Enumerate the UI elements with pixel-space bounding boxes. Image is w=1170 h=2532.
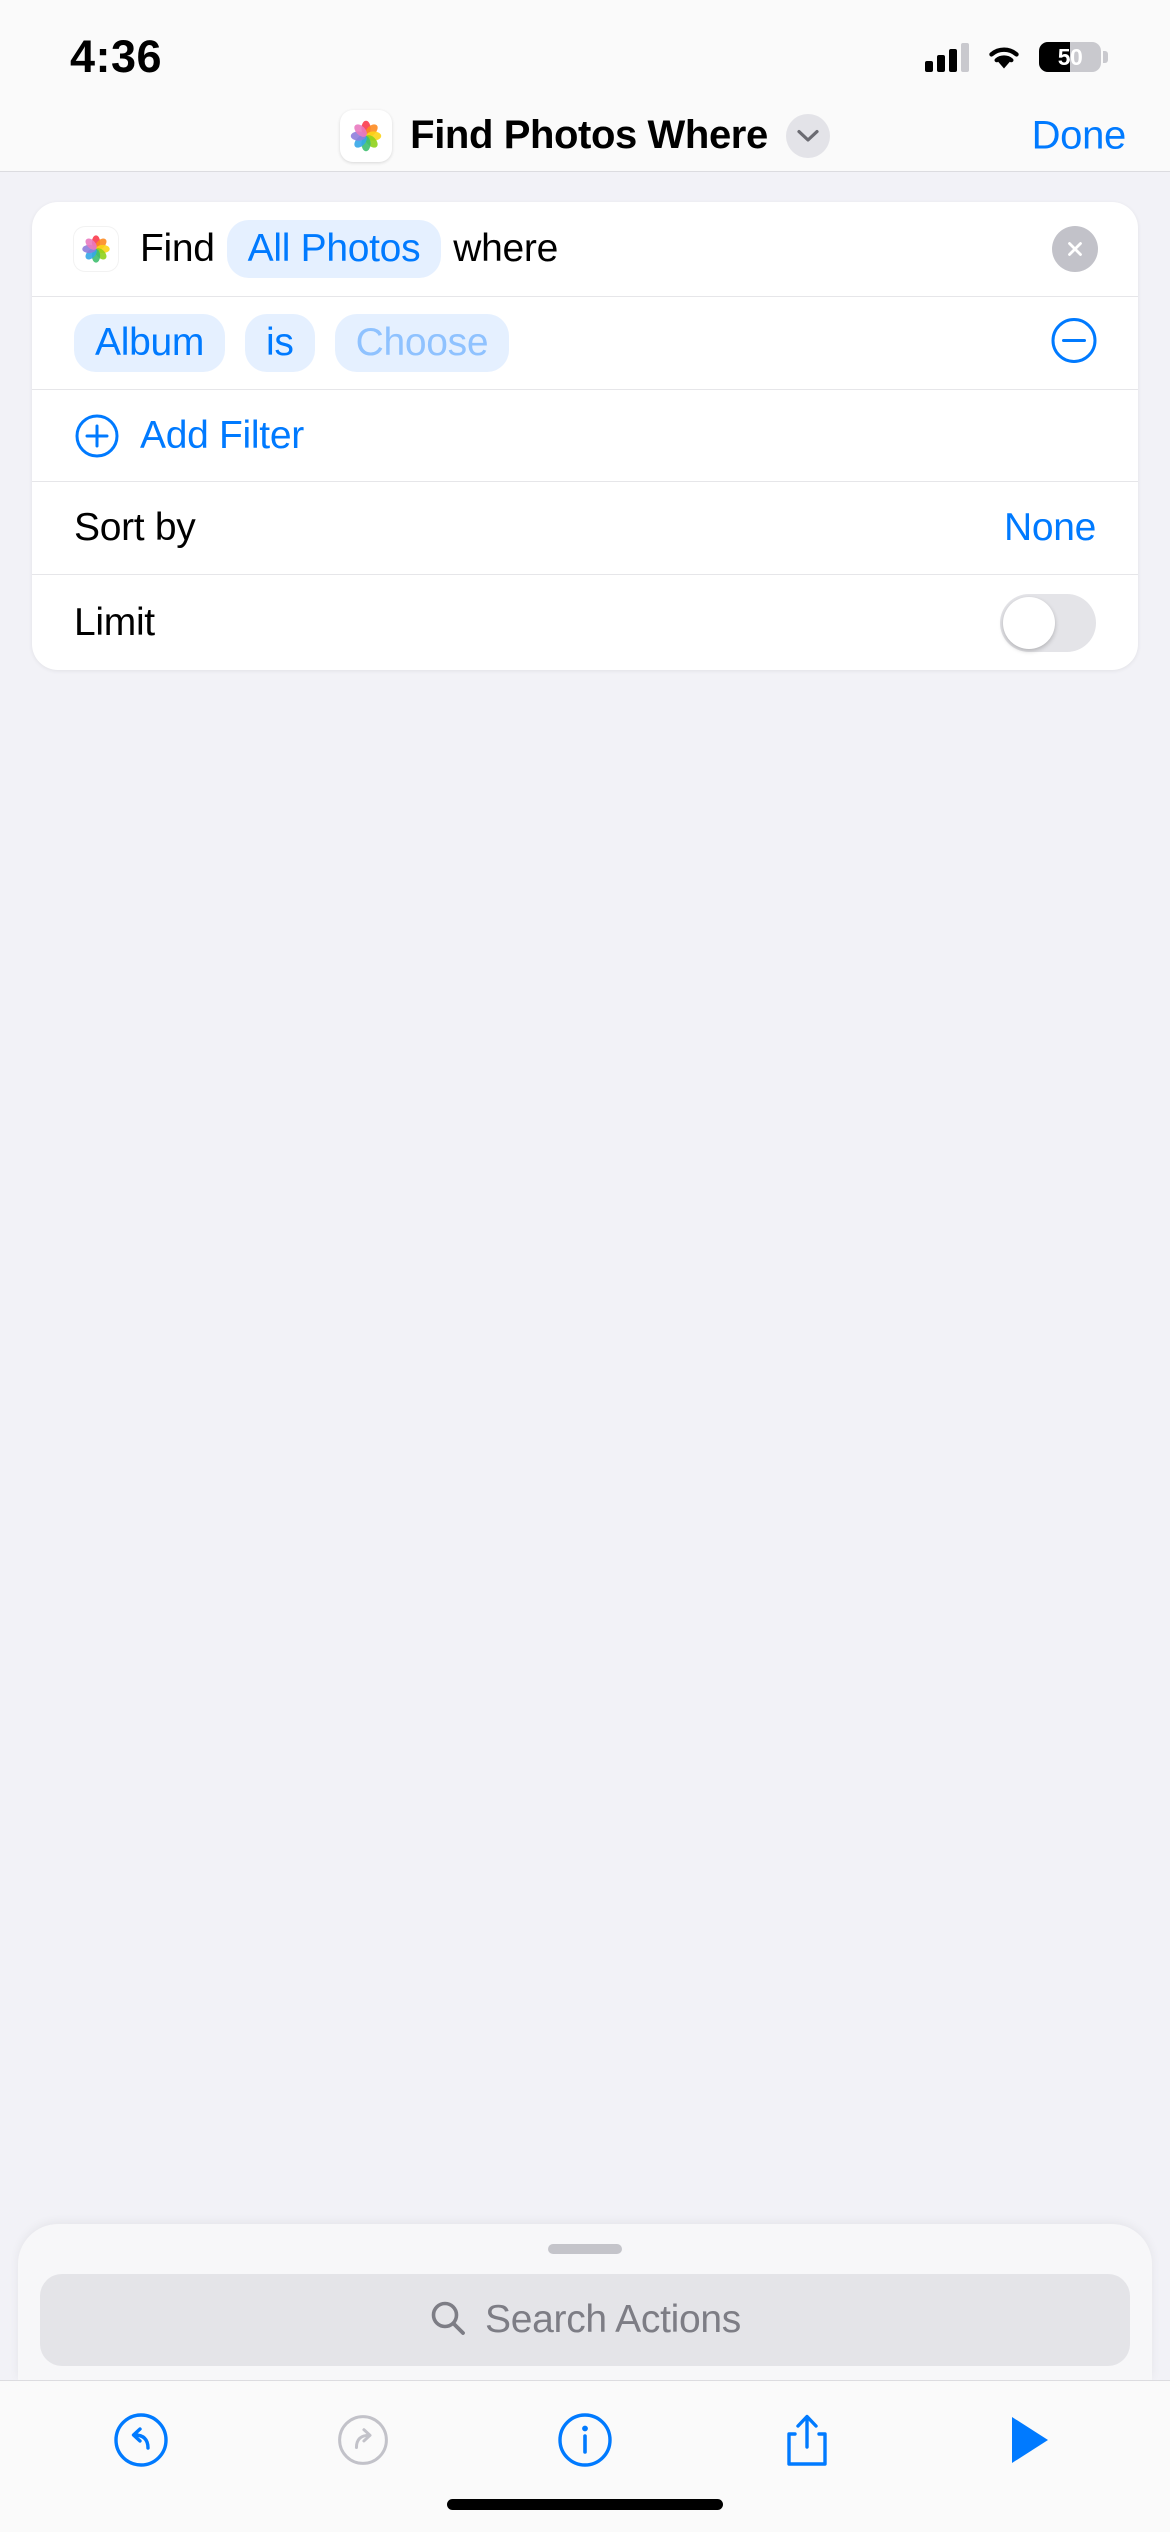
run-button[interactable] — [984, 2395, 1074, 2485]
photo-source-token[interactable]: All Photos — [226, 220, 442, 278]
filter-row[interactable]: Album is Choose — [32, 297, 1138, 390]
limit-row[interactable]: Limit — [32, 575, 1138, 670]
search-icon — [429, 2299, 467, 2342]
wifi-icon — [985, 43, 1023, 71]
find-row[interactable]: Find All Photos where — [32, 202, 1138, 297]
add-filter-label: Add Filter — [140, 413, 304, 457]
home-indicator — [447, 2499, 723, 2510]
photos-app-icon — [340, 109, 393, 162]
status-bar: 4:36 50 — [0, 0, 1170, 100]
chevron-down-icon[interactable] — [785, 113, 830, 158]
search-placeholder: Search Actions — [485, 2298, 741, 2341]
cellular-signal-icon — [925, 42, 969, 72]
add-filter-row[interactable]: Add Filter — [32, 390, 1138, 482]
battery-icon: 50 — [1039, 42, 1108, 72]
sort-by-row[interactable]: Sort by None — [32, 482, 1138, 575]
filter-property-token[interactable]: Album — [74, 314, 226, 372]
remove-action-button[interactable] — [1052, 226, 1098, 272]
remove-filter-button[interactable] — [1050, 317, 1098, 370]
search-actions-sheet: Search Actions — [18, 2224, 1152, 2380]
sort-by-label: Sort by — [74, 506, 196, 549]
filter-value-token[interactable]: Choose — [334, 314, 510, 372]
plus-circle-icon — [74, 413, 120, 459]
undo-button[interactable] — [96, 2395, 186, 2485]
info-button[interactable] — [540, 2395, 630, 2485]
search-input[interactable]: Search Actions — [40, 2274, 1130, 2366]
minus-circle-icon — [1050, 318, 1098, 369]
filter-operator-token[interactable]: is — [245, 314, 315, 372]
sort-by-value[interactable]: None — [1004, 506, 1096, 550]
status-time: 4:36 — [70, 31, 163, 82]
close-circle-icon — [1052, 226, 1098, 272]
photos-app-icon — [74, 227, 118, 271]
redo-button — [318, 2395, 408, 2485]
done-button[interactable]: Done — [1032, 113, 1127, 158]
bottom-toolbar — [0, 2380, 1170, 2532]
sheet-grabber[interactable] — [548, 2244, 622, 2254]
limit-label: Limit — [74, 600, 155, 644]
nav-title-group[interactable]: Find Photos Where — [340, 109, 830, 162]
status-indicators: 50 — [925, 42, 1108, 72]
battery-level: 50 — [1057, 43, 1083, 70]
share-button[interactable] — [762, 2395, 852, 2485]
find-suffix-label: where — [453, 227, 559, 270]
find-prefix-label: Find — [140, 227, 215, 270]
find-photos-action-card: Find All Photos where Album is Choose Ad… — [32, 202, 1138, 670]
page-title: Find Photos Where — [410, 113, 768, 157]
navigation-bar: Find Photos Where Done — [0, 100, 1170, 172]
limit-toggle[interactable] — [1000, 593, 1096, 652]
